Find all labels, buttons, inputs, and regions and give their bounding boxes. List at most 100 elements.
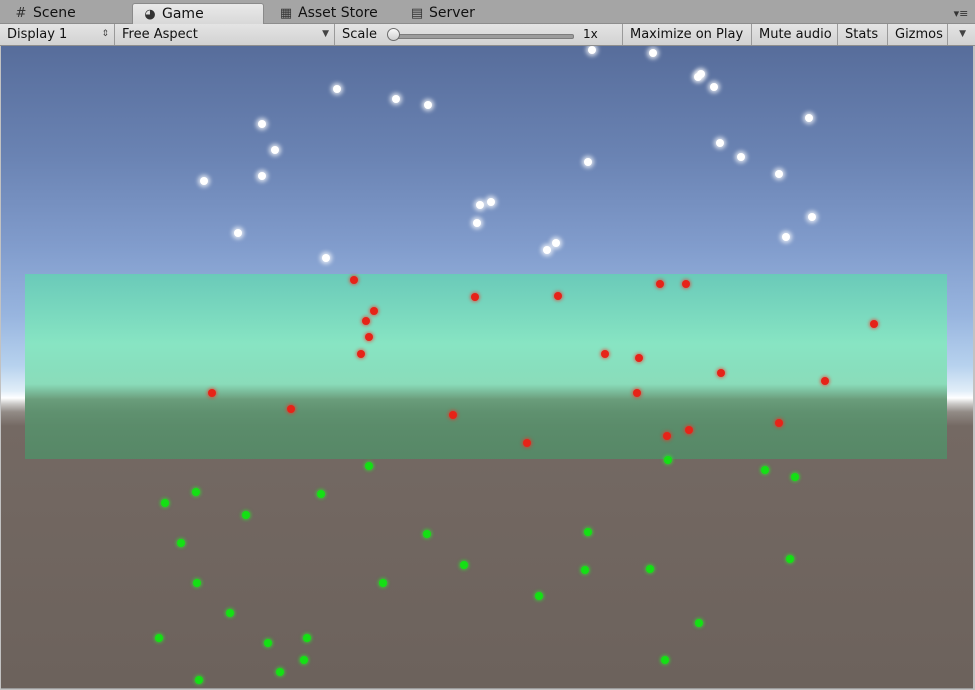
maximize-on-play-toggle[interactable]: Maximize on Play (623, 24, 752, 45)
green-particle (193, 579, 201, 587)
chevron-down-icon: ▼ (959, 29, 966, 39)
aspect-dropdown[interactable]: Free Aspect ▼ (115, 24, 335, 45)
gizmos-dropdown[interactable]: ▼ (948, 24, 975, 45)
red-particle (717, 369, 725, 377)
white-particle (487, 198, 495, 206)
red-particle (357, 350, 365, 358)
tab-scene-label: Scene (33, 5, 76, 21)
red-particle (370, 307, 378, 315)
green-particle (581, 566, 589, 574)
white-particle (588, 46, 596, 54)
red-particle (601, 350, 609, 358)
editor-tab-bar: # Scene ◕ Game ▦ Asset Store ▤ Server ▾≡ (0, 0, 975, 24)
tab-asset-store[interactable]: ▦ Asset Store (269, 3, 386, 24)
white-particle (271, 146, 279, 154)
green-particle (791, 473, 799, 481)
white-particle (424, 101, 432, 109)
scale-slider-track[interactable] (392, 34, 574, 39)
stats-label: Stats (845, 27, 879, 42)
green-particle (303, 634, 311, 642)
red-particle (365, 333, 373, 341)
green-particle (317, 490, 325, 498)
red-particle (471, 293, 479, 301)
red-particle (554, 292, 562, 300)
green-particle (786, 555, 794, 563)
green-particle (195, 676, 203, 684)
chevron-down-icon: ▼ (322, 29, 329, 39)
red-particle (350, 276, 358, 284)
gizmos-label: Gizmos (895, 27, 943, 42)
green-particle (661, 656, 669, 664)
tab-context-menu-icon[interactable]: ▾≡ (953, 7, 969, 21)
green-particle (761, 466, 769, 474)
mute-audio-toggle[interactable]: Mute audio (752, 24, 838, 45)
green-particle (192, 488, 200, 496)
white-particle (552, 239, 560, 247)
green-particle (695, 619, 703, 627)
aspect-dropdown-label: Free Aspect (122, 27, 198, 42)
game-viewport[interactable] (1, 46, 973, 689)
red-particle (821, 377, 829, 385)
white-particle (805, 114, 813, 122)
white-particle (716, 139, 724, 147)
red-particle (775, 419, 783, 427)
game-view-toolbar: Display 1 ⇕ Free Aspect ▼ Scale 1x Maxim… (0, 24, 975, 46)
grid-icon: # (15, 6, 27, 21)
white-particle (200, 177, 208, 185)
white-particle (476, 201, 484, 209)
green-particle (584, 528, 592, 536)
green-particle (226, 609, 234, 617)
red-particle (523, 439, 531, 447)
red-particle (635, 354, 643, 362)
tab-scene[interactable]: # Scene (4, 3, 84, 24)
trigger-zone-plane (25, 274, 947, 459)
green-particle (300, 656, 308, 664)
gizmos-toggle[interactable]: Gizmos (888, 24, 948, 45)
tab-server[interactable]: ▤ Server (400, 3, 483, 24)
red-particle (362, 317, 370, 325)
green-particle (264, 639, 272, 647)
tab-server-label: Server (429, 5, 475, 21)
red-particle (208, 389, 216, 397)
display-dropdown[interactable]: Display 1 ⇕ (0, 24, 115, 45)
green-particle (365, 462, 373, 470)
maximize-on-play-label: Maximize on Play (630, 27, 744, 42)
green-particle (664, 456, 672, 464)
stats-toggle[interactable]: Stats (838, 24, 888, 45)
white-particle (333, 85, 341, 93)
server-icon: ▤ (410, 6, 424, 21)
pacman-icon: ◕ (144, 7, 156, 22)
red-particle (287, 405, 295, 413)
white-particle (584, 158, 592, 166)
scale-value: 1x (583, 27, 598, 41)
scale-label: Scale (342, 27, 377, 42)
white-particle (737, 153, 745, 161)
display-dropdown-label: Display 1 (7, 27, 68, 42)
green-particle (423, 530, 431, 538)
red-particle (870, 320, 878, 328)
white-particle (710, 83, 718, 91)
green-particle (460, 561, 468, 569)
red-particle (682, 280, 690, 288)
red-particle (685, 426, 693, 434)
red-particle (656, 280, 664, 288)
green-particle (646, 565, 654, 573)
tab-game-label: Game (162, 6, 204, 22)
white-particle (694, 73, 702, 81)
mute-audio-label: Mute audio (759, 27, 832, 42)
green-particle (155, 634, 163, 642)
white-particle (649, 49, 657, 57)
white-particle (392, 95, 400, 103)
white-particle (543, 246, 551, 254)
red-particle (663, 432, 671, 440)
tab-game[interactable]: ◕ Game (132, 3, 264, 24)
tab-asset-store-label: Asset Store (298, 5, 378, 21)
red-particle (449, 411, 457, 419)
green-particle (177, 539, 185, 547)
scale-slider-thumb[interactable] (387, 28, 400, 41)
white-particle (258, 172, 266, 180)
shopping-bag-icon: ▦ (279, 6, 293, 21)
white-particle (234, 229, 242, 237)
white-particle (775, 170, 783, 178)
updown-arrows-icon: ⇕ (101, 29, 109, 39)
